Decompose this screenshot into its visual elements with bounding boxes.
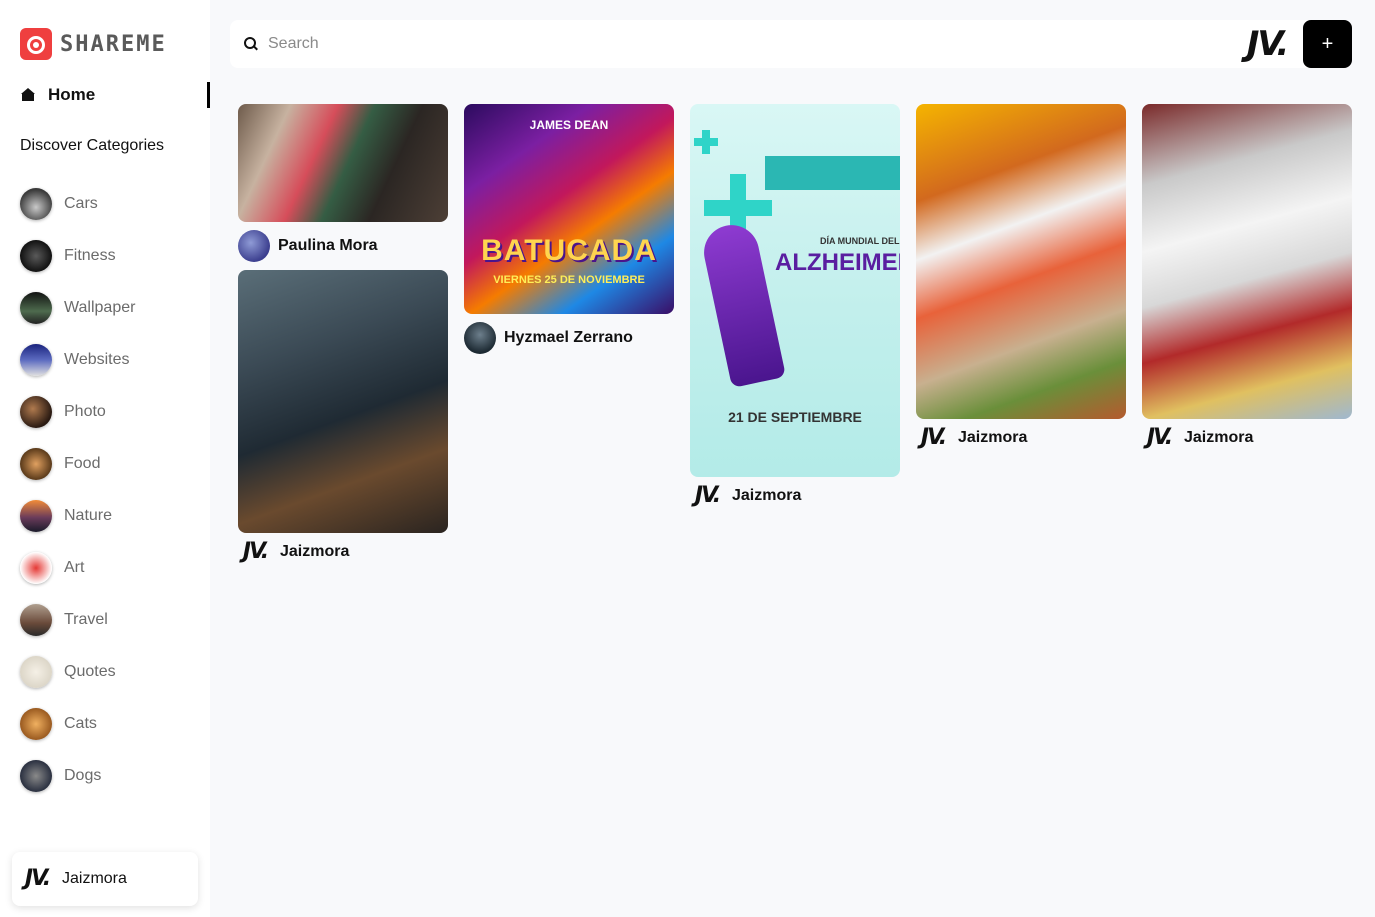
pin-card[interactable]: JV. Jaizmora [916, 104, 1126, 449]
header-user-avatar[interactable]: JV. [1242, 24, 1292, 64]
pin-image[interactable] [238, 104, 448, 222]
category-label: Food [64, 455, 101, 472]
avatar-logo: JV. [1246, 24, 1290, 64]
category-thumbnail [20, 552, 52, 584]
sidebar-item-nature[interactable]: Nature [20, 490, 135, 542]
category-thumbnail [20, 344, 52, 376]
user-name: Jaizmora [62, 870, 127, 887]
user-profile-link[interactable]: JV. Jaizmora [12, 852, 198, 906]
user-avatar: JV. [242, 539, 269, 564]
pin-user-link[interactable]: JV. Jaizmora [238, 541, 448, 563]
sidebar-item-cats[interactable]: Cats [20, 698, 135, 750]
category-thumbnail [20, 396, 52, 428]
user-avatar [464, 322, 496, 354]
category-label: Travel [64, 611, 108, 628]
pin-card[interactable]: JAMES DEAN BATUCADA VIERNES 25 DE NOVIEM… [464, 104, 674, 354]
awareness-ribbon [698, 220, 787, 388]
hospital-banner [765, 156, 900, 190]
category-label: Dogs [64, 767, 102, 784]
category-label: Websites [64, 351, 130, 368]
camera-icon [20, 28, 52, 60]
sidebar-item-food[interactable]: Food [20, 438, 135, 490]
category-thumbnail [20, 188, 52, 220]
home-label: Home [48, 85, 96, 104]
plus-decoration [704, 200, 772, 216]
sidebar-item-dogs[interactable]: Dogs [20, 750, 135, 802]
pin-card[interactable]: Paulina Mora [238, 104, 448, 262]
top-bar: JV. + [230, 20, 1352, 68]
pin-user-name: Paulina Mora [278, 237, 378, 254]
category-label: Cars [64, 195, 98, 212]
sidebar-item-art[interactable]: Art [20, 542, 135, 594]
category-thumbnail [20, 760, 52, 792]
sidebar-item-home[interactable]: Home [20, 82, 210, 108]
category-label: Cats [64, 715, 97, 732]
sidebar-item-quotes[interactable]: Quotes [20, 646, 135, 698]
category-thumbnail [20, 292, 52, 324]
pin-user-link[interactable]: JV. Jaizmora [916, 427, 1126, 449]
pin-image[interactable] [916, 104, 1126, 419]
category-label: Nature [64, 507, 113, 524]
plus-decoration [694, 138, 718, 146]
sidebar: SHAREME Home Discover Categories Cars Fi… [0, 0, 210, 917]
sidebar-item-travel[interactable]: Travel [20, 594, 135, 646]
sidebar-item-cars[interactable]: Cars [20, 178, 135, 230]
category-thumbnail [20, 448, 52, 480]
pin-user-name: Hyzmael Zerrano [504, 329, 633, 346]
search-icon [244, 37, 258, 51]
category-label: Fitness [64, 247, 116, 264]
pin-user-link[interactable]: JV. Jaizmora [1142, 427, 1352, 449]
sidebar-item-fitness[interactable]: Fitness [20, 230, 135, 282]
sidebar-item-websites[interactable]: Websites [20, 334, 135, 386]
pin-user-link[interactable]: Paulina Mora [238, 230, 448, 262]
user-avatar: JV. [24, 866, 51, 891]
pin-user-name: Jaizmora [280, 543, 350, 560]
pin-user-name: Jaizmora [1184, 429, 1254, 446]
categories-heading: Discover Categories [20, 137, 165, 154]
category-thumbnail [20, 240, 52, 272]
category-thumbnail [20, 500, 52, 532]
user-avatar [238, 230, 270, 262]
pin-user-name: Jaizmora [958, 429, 1028, 446]
pin-user-name: Jaizmora [732, 487, 802, 504]
category-thumbnail [20, 656, 52, 688]
category-thumbnail [20, 604, 52, 636]
logo-text: SHAREME [60, 31, 167, 57]
pin-card[interactable]: JV. Jaizmora [238, 270, 448, 563]
pin-image[interactable]: JAMES DEAN BATUCADA VIERNES 25 DE NOVIEM… [464, 104, 674, 314]
sidebar-item-wallpaper[interactable]: Wallpaper [20, 282, 135, 334]
poster-subtitle: DÍA MUNDIAL DEL [820, 236, 900, 246]
pin-user-link[interactable]: Hyzmael Zerrano [464, 322, 674, 354]
category-list: Cars Fitness Wallpaper Websites Photo Fo… [20, 178, 135, 802]
pin-image[interactable] [238, 270, 448, 533]
plus-icon: + [1321, 32, 1334, 55]
pin-image[interactable] [1142, 104, 1352, 419]
poster-title: ALZHEIMER [775, 249, 900, 276]
user-avatar: JV. [920, 425, 947, 450]
poster-title: BATUCADA [481, 234, 657, 267]
pin-card[interactable]: DÍA MUNDIAL DEL ALZHEIMER 21 DE SEPTIEMB… [690, 104, 900, 507]
category-thumbnail [20, 708, 52, 740]
user-avatar: JV. [1146, 425, 1173, 450]
category-label: Art [64, 559, 85, 576]
sidebar-item-photo[interactable]: Photo [20, 386, 135, 438]
create-pin-button[interactable]: + [1303, 20, 1352, 68]
search-input[interactable] [268, 32, 1168, 56]
home-icon [20, 88, 36, 102]
poster-headline: JAMES DEAN [529, 118, 609, 132]
pin-user-link[interactable]: JV. Jaizmora [690, 485, 900, 507]
category-label: Photo [64, 403, 106, 420]
category-label: Quotes [64, 663, 116, 680]
app-logo[interactable]: SHAREME [20, 28, 167, 60]
pin-image[interactable]: DÍA MUNDIAL DEL ALZHEIMER 21 DE SEPTIEMB… [690, 104, 900, 477]
poster-date: VIERNES 25 DE NOVIEMBRE [493, 274, 645, 286]
category-label: Wallpaper [64, 299, 136, 316]
pin-card[interactable]: JV. Jaizmora [1142, 104, 1352, 449]
poster-date: 21 DE SEPTIEMBRE [728, 409, 862, 425]
user-avatar: JV. [694, 483, 721, 508]
